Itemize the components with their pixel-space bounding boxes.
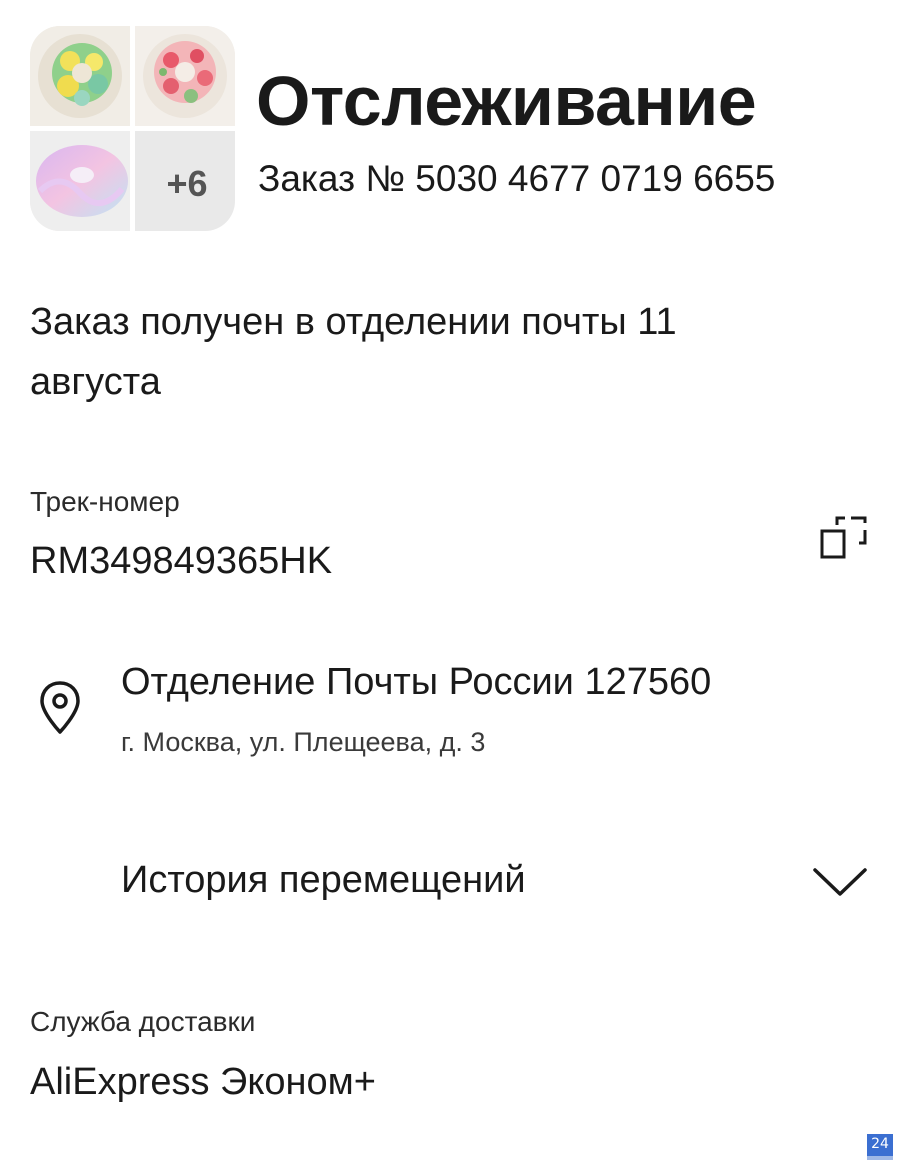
- movement-history-label: История перемещений: [121, 859, 526, 901]
- product-thumbnail-green-scrunchie[interactable]: [30, 26, 130, 126]
- more-items-label: +6: [166, 163, 208, 204]
- delivery-service-value: AliExpress Эконом+: [30, 1061, 376, 1103]
- watermark-badge: 24: [867, 1134, 893, 1160]
- order-number: Заказ № 5030 4677 0719 6655: [258, 158, 776, 199]
- order-status-text: Заказ получен в отделении почты 11 авгус…: [30, 301, 677, 403]
- scrunchie-pink-image: [135, 26, 235, 126]
- product-thumbnail-pastel-scrunchie[interactable]: [30, 131, 130, 231]
- pickup-point-name: Отделение Почты России 127560: [121, 661, 712, 703]
- page-title: Отслеживание: [256, 62, 757, 140]
- tracking-number-value: RM349849365HK: [30, 540, 333, 582]
- chevron-down-icon: [813, 868, 867, 896]
- copy-icon: [820, 516, 867, 559]
- order-items-thumbnails[interactable]: +6: [30, 26, 235, 231]
- scrunchie-pastel-image: [30, 131, 130, 231]
- scrunchie-green-image: [30, 26, 130, 126]
- more-items-counter[interactable]: +6: [135, 131, 235, 231]
- tracking-number-label: Трек-номер: [30, 486, 180, 517]
- delivery-service-label: Служба доставки: [30, 1006, 256, 1037]
- movement-history-toggle[interactable]: История перемещений: [0, 840, 900, 924]
- product-thumbnail-pink-scrunchie[interactable]: [135, 26, 235, 126]
- pickup-point-address: г. Москва, ул. Плещеева, д. 3: [121, 727, 486, 757]
- copy-tracking-number-button[interactable]: [815, 509, 871, 565]
- location-pin-icon: [38, 680, 82, 736]
